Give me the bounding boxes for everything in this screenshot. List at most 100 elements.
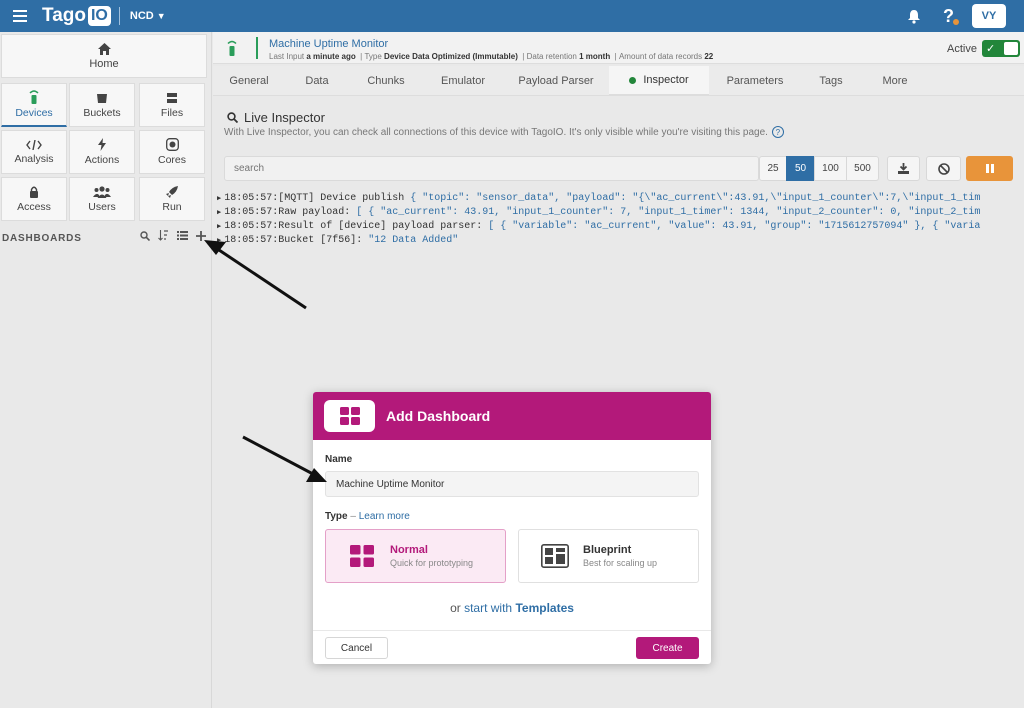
download-button[interactable] (887, 156, 920, 181)
count-button-50[interactable]: 50 (786, 156, 815, 181)
type-label: Type (364, 52, 382, 61)
profile-selector[interactable]: NCD ▼ (130, 10, 166, 22)
logo-text: Tago (42, 5, 86, 26)
bolt-icon (98, 138, 106, 151)
code-icon (26, 139, 42, 150)
profile-name: NCD (129, 10, 154, 22)
device-meta: Last Input a minute ago | Type Device Da… (269, 52, 714, 61)
bell-icon[interactable] (899, 9, 929, 24)
device-header-divider (256, 37, 258, 59)
sidebar-item-label: Devices (15, 107, 53, 119)
log-label: Result of [device] payload parser: (278, 221, 483, 232)
download-icon (898, 163, 909, 174)
log-payload: "12 Data Added" (368, 235, 459, 246)
tab-chunks[interactable]: Chunks (349, 66, 423, 96)
learn-more-link[interactable]: Learn more (359, 511, 410, 522)
search-icon (227, 112, 238, 123)
active-control: Active ✓ (947, 40, 1020, 57)
count-button-500[interactable]: 500 (846, 156, 879, 181)
log-time: 18:05:57: (224, 207, 279, 218)
log-entry[interactable]: ▶ 18:05:57:Raw payload: [ { "ac_current":… (217, 206, 1024, 220)
toggle-knob (1004, 42, 1018, 55)
inspector-log: ▶ 18:05:57:[MQTT] Device publish { "topic… (217, 192, 1024, 248)
dashboard-name-input[interactable] (325, 471, 699, 497)
rocket-icon (166, 185, 178, 198)
tagoio-logo[interactable]: Tago IO (42, 5, 111, 27)
logo-divider (118, 7, 120, 25)
pause-button[interactable] (966, 156, 1013, 181)
type-option-subtitle: Quick for prototyping (390, 558, 474, 568)
sidebar-item-users[interactable]: Users (69, 177, 135, 221)
tab-parameters[interactable]: Parameters (709, 66, 801, 96)
log-entry[interactable]: ▶ 18:05:57:Bucket [7f56]: "12 Data Added" (217, 234, 1024, 248)
help-icon[interactable]: ? (943, 6, 959, 27)
inspector-search-input[interactable] (224, 156, 759, 181)
tab-general[interactable]: General (213, 66, 285, 96)
count-button-25[interactable]: 25 (759, 156, 787, 181)
sidebar-item-label: Buckets (83, 106, 121, 119)
sort-icon[interactable] (158, 230, 169, 241)
log-entry[interactable]: ▶ 18:05:57:[MQTT] Device publish { "topic… (217, 192, 1024, 206)
sidebar-item-files[interactable]: Files (139, 83, 205, 127)
pause-icon-bar (990, 164, 994, 173)
sidebar-item-run[interactable]: Run (139, 177, 205, 221)
question-icon[interactable]: ? (771, 126, 784, 138)
notification-dot (953, 18, 959, 25)
tab-more[interactable]: More (861, 66, 929, 96)
retention-label: Data retention (526, 52, 577, 61)
sidebar-item-cores[interactable]: Cores (139, 130, 205, 174)
tab-inspector[interactable]: Inspector (609, 66, 709, 96)
device-tabs: General Data Chunks Emulator Payload Par… (213, 66, 1024, 96)
last-input-value: a minute ago (306, 52, 356, 61)
sidebar-item-buckets[interactable]: Buckets (69, 83, 135, 127)
tab-tags[interactable]: Tags (801, 66, 861, 96)
tab-payload-parser[interactable]: Payload Parser (503, 66, 609, 96)
templates-row: or start with Templates (313, 601, 711, 615)
log-label: Bucket [7f56]: (278, 235, 363, 246)
log-payload: { "topic": "sensor_data", "payload": "{\… (410, 193, 981, 204)
start-with-templates-link[interactable]: start with Templates (464, 601, 574, 615)
log-label: Raw payload: (278, 207, 351, 218)
ban-icon (937, 162, 950, 175)
sidebar-item-label: Access (17, 200, 51, 213)
type-option-normal[interactable]: Normal Quick for prototyping (325, 529, 506, 583)
search-icon[interactable] (140, 230, 150, 241)
sidebar-item-access[interactable]: Access (1, 177, 67, 221)
records-label: Amount of data records (618, 52, 703, 61)
sidebar-item-actions[interactable]: Actions (69, 130, 135, 174)
cores-icon (165, 138, 179, 151)
sidebar-item-analysis[interactable]: Analysis (1, 130, 67, 174)
add-dashboard-icon[interactable] (196, 230, 206, 241)
sidebar-item-label: Users (88, 200, 116, 213)
type-label-row: Type – Learn more (325, 511, 410, 522)
check-icon: ✓ (986, 43, 996, 55)
files-icon (167, 92, 177, 103)
hamburger-menu-icon[interactable] (0, 0, 40, 32)
log-entry[interactable]: ▶ 18:05:57:Result of [device] payload par… (217, 220, 1024, 234)
blueprint-icon (540, 541, 570, 571)
sidebar-item-devices[interactable]: Devices (1, 83, 67, 127)
create-button[interactable]: Create (636, 637, 699, 659)
sidebar: Home Devices Buckets Files Analysis Acti… (0, 32, 212, 708)
sidebar-item-home[interactable]: Home (1, 34, 207, 78)
modal-footer: Cancel Create (313, 630, 711, 664)
type-option-subtitle: Best for scaling up (583, 558, 658, 568)
type-option-name: Blueprint (583, 544, 632, 556)
top-bar: Tago IO NCD ▼ ? VY (0, 0, 1024, 32)
live-status-dot (629, 76, 637, 84)
active-toggle[interactable]: ✓ (982, 40, 1020, 57)
user-avatar[interactable]: VY (972, 4, 1006, 28)
tab-label: Inspector (643, 74, 689, 86)
clear-logs-button[interactable] (926, 156, 961, 181)
log-time: 18:05:57: (224, 193, 279, 204)
count-button-100[interactable]: 100 (814, 156, 847, 181)
type-option-blueprint[interactable]: Blueprint Best for scaling up (518, 529, 699, 583)
cancel-button[interactable]: Cancel (325, 637, 388, 659)
tab-data[interactable]: Data (285, 66, 349, 96)
expand-triangle-icon: ▶ (217, 237, 222, 245)
list-view-icon[interactable] (177, 231, 188, 240)
tab-emulator[interactable]: Emulator (423, 66, 503, 96)
sidebar-item-label: Run (162, 200, 182, 213)
device-name: Machine Uptime Monitor (269, 38, 389, 50)
users-icon (93, 185, 111, 198)
